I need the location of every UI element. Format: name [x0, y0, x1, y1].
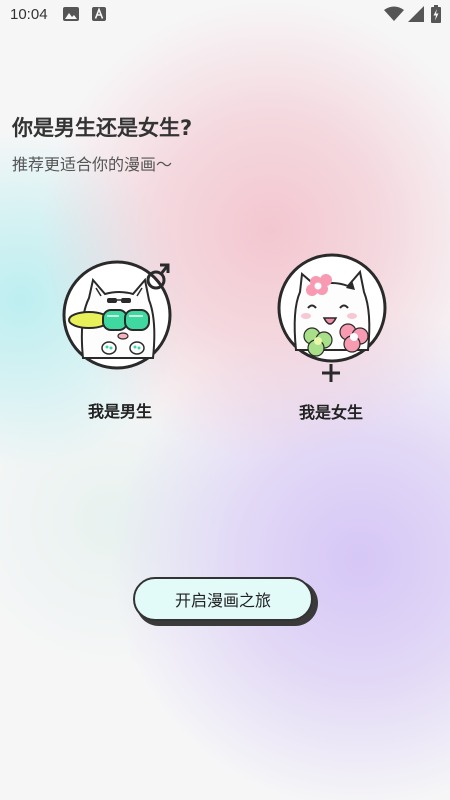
status-bar: 10:04	[0, 0, 450, 30]
wifi-icon	[384, 6, 404, 21]
female-option-label: 我是女生	[298, 403, 363, 422]
cool-cat-avatar-icon	[62, 260, 172, 370]
question-subtitle: 推荐更适合你的漫画～	[12, 155, 173, 174]
male-option[interactable]: 我是男生	[45, 258, 195, 421]
notification-a-icon	[92, 7, 106, 21]
female-symbol-icon	[322, 364, 340, 382]
battery-charging-icon	[431, 5, 441, 23]
male-option-label: 我是男生	[87, 402, 152, 421]
female-option[interactable]: 我是女生	[256, 250, 406, 422]
start-button[interactable]: 开启漫画之旅	[133, 577, 313, 621]
gallery-icon	[63, 7, 79, 21]
status-time: 10:04	[10, 6, 48, 23]
question-title: 你是男生还是女生?	[12, 116, 193, 140]
flower-cat-avatar-icon	[277, 253, 387, 382]
start-button-wrapper[interactable]: 开启漫画之旅	[133, 577, 318, 627]
signal-icon	[408, 6, 424, 22]
